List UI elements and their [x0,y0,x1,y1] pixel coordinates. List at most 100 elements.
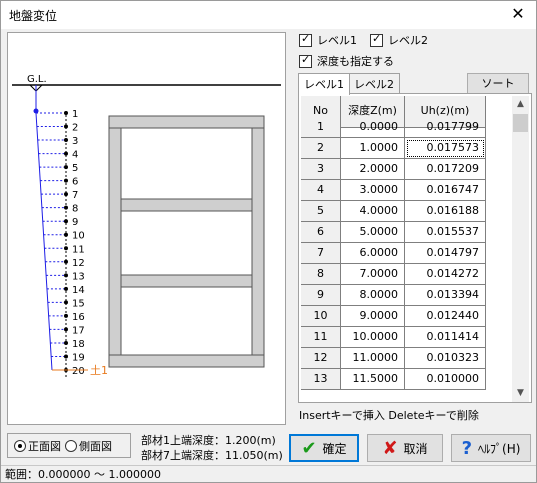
depth-nodes: 1234567891011121314151617181920 [36,109,85,377]
row-number[interactable]: 5 [301,201,341,222]
displacement-cell[interactable]: 0.012440 [405,306,486,327]
table-row[interactable]: 9 8.0000 0.013394 [301,285,510,306]
level1-checkbox[interactable]: レベル1 [299,32,357,48]
displacement-cell[interactable]: 0.017573 [405,138,486,159]
node-label: 11 [72,244,85,255]
member1-depth: 部材1上端深度：1.200(m) [141,434,276,447]
depth-cell[interactable]: 10.0000 [341,327,405,348]
table-row[interactable]: 13 11.5000 0.010000 [301,369,510,390]
depth-cell[interactable]: 3.0000 [341,180,405,201]
depth-cell[interactable]: 1.0000 [341,138,405,159]
row-number[interactable]: 13 [301,369,341,390]
tab-level2[interactable]: レベル2 [348,73,400,94]
depth-node [64,354,68,359]
depth-cell[interactable]: 5.0000 [341,222,405,243]
checkbox-checked-icon [299,53,312,68]
depth-cell[interactable]: 0.0000 [341,117,405,138]
node-label: 2 [72,123,78,134]
table-row[interactable]: 3 2.0000 0.017209 [301,159,510,180]
radio-side-view[interactable] [65,439,77,452]
window-title: 地盤変位 [9,9,58,23]
displacement-cell[interactable]: 0.010000 [405,369,486,390]
tab-level1[interactable]: レベル1 [298,73,350,95]
node-label: 3 [72,136,78,147]
depth-cell[interactable]: 9.0000 [341,306,405,327]
node-label: 10 [72,231,85,242]
checkbox-checked-icon [370,32,383,47]
depth-cell[interactable]: 11.5000 [341,369,405,390]
displacement-table[interactable]: No 深度Z(m) Uh(z)(m) 1 0.0000 0.017799 2 1.000… [301,96,510,402]
displacement-cell[interactable]: 0.011414 [405,327,486,348]
table-row[interactable]: 5 4.0000 0.016188 [301,201,510,222]
profile-top-point [33,108,39,114]
depth-cell[interactable]: 7.0000 [341,264,405,285]
table-row[interactable]: 4 3.0000 0.016747 [301,180,510,201]
row-number[interactable]: 12 [301,348,341,369]
close-icon[interactable]: ✕ [506,3,530,25]
row-number[interactable]: 1 [301,117,341,138]
displacement-cell[interactable]: 0.016747 [405,180,486,201]
check-icon: ✔ [301,437,317,459]
depth-node [64,219,68,224]
table-row[interactable]: 6 5.0000 0.015537 [301,222,510,243]
depth-node [64,111,68,115]
front-view-label[interactable]: 正面図 [28,438,61,454]
row-number[interactable]: 7 [301,243,341,264]
table-row[interactable]: 7 6.0000 0.014797 [301,243,510,264]
displacement-cell[interactable]: 0.017209 [405,159,486,180]
depth-cell[interactable]: 6.0000 [341,243,405,264]
gl-label: G.L. [27,74,47,85]
ok-button[interactable]: ✔ 確定 [289,434,359,462]
node-label: 1 [72,109,78,120]
depth-node [64,286,68,291]
depth-node [64,259,68,264]
table-row[interactable]: 2 1.0000 0.017573 [301,138,510,159]
scroll-up-icon[interactable]: ▲ [512,96,529,113]
row-number[interactable]: 3 [301,159,341,180]
displacement-cell[interactable]: 0.015537 [405,222,486,243]
depth-cell[interactable]: 11.0000 [341,348,405,369]
table-row[interactable]: 11 10.0000 0.011414 [301,327,510,348]
row-number[interactable]: 6 [301,222,341,243]
displacement-cell[interactable]: 0.014272 [405,264,486,285]
table-row[interactable]: 8 7.0000 0.014272 [301,264,510,285]
sort-button[interactable]: ソート [467,73,529,94]
diagram-canvas: G.L. 1234567891011121314151617181920 土1 [12,74,281,378]
radio-front-view[interactable] [14,439,26,452]
row-number[interactable]: 11 [301,327,341,348]
displacement-cell[interactable]: 0.014797 [405,243,486,264]
key-hint: Insertキーで挿入 Deleteキーで削除 [299,409,479,422]
depth-node [64,300,68,305]
help-button[interactable]: ? ﾍﾙﾌﾟ(H) [451,434,531,462]
depth-node [64,246,68,251]
table-scrollbar[interactable]: ▲ ▼ [512,96,529,402]
displacement-cell[interactable]: 0.016188 [405,201,486,222]
depth-cell[interactable]: 8.0000 [341,285,405,306]
member7-depth: 部材7上端深度：11.050(m) [141,449,283,462]
node-label: 12 [72,258,85,269]
level2-checkbox[interactable]: レベル2 [370,32,428,48]
displacement-cell[interactable]: 0.010323 [405,348,486,369]
row-number[interactable]: 4 [301,180,341,201]
row-number[interactable]: 9 [301,285,341,306]
displacement-cell[interactable]: 0.017799 [405,117,486,138]
side-view-label[interactable]: 側面図 [79,438,112,454]
table-row[interactable]: 1 0.0000 0.017799 [301,117,510,138]
node-label: 8 [72,204,78,215]
depth-node [64,165,68,170]
table-row[interactable]: 12 11.0000 0.010323 [301,348,510,369]
row-number[interactable]: 10 [301,306,341,327]
node-label: 18 [72,339,85,350]
table-row[interactable]: 10 9.0000 0.012440 [301,306,510,327]
depth-cell[interactable]: 2.0000 [341,159,405,180]
node-label: 6 [72,177,78,188]
row-number[interactable]: 2 [301,138,341,159]
cancel-button[interactable]: ✘ 取消 [367,434,443,462]
node-label: 17 [72,325,85,336]
scroll-down-icon[interactable]: ▼ [512,385,529,402]
depth-cell[interactable]: 4.0000 [341,201,405,222]
scroll-thumb[interactable] [513,114,528,132]
displacement-cell[interactable]: 0.013394 [405,285,486,306]
row-number[interactable]: 8 [301,264,341,285]
depth-checkbox[interactable]: 深度も指定する [299,53,394,69]
